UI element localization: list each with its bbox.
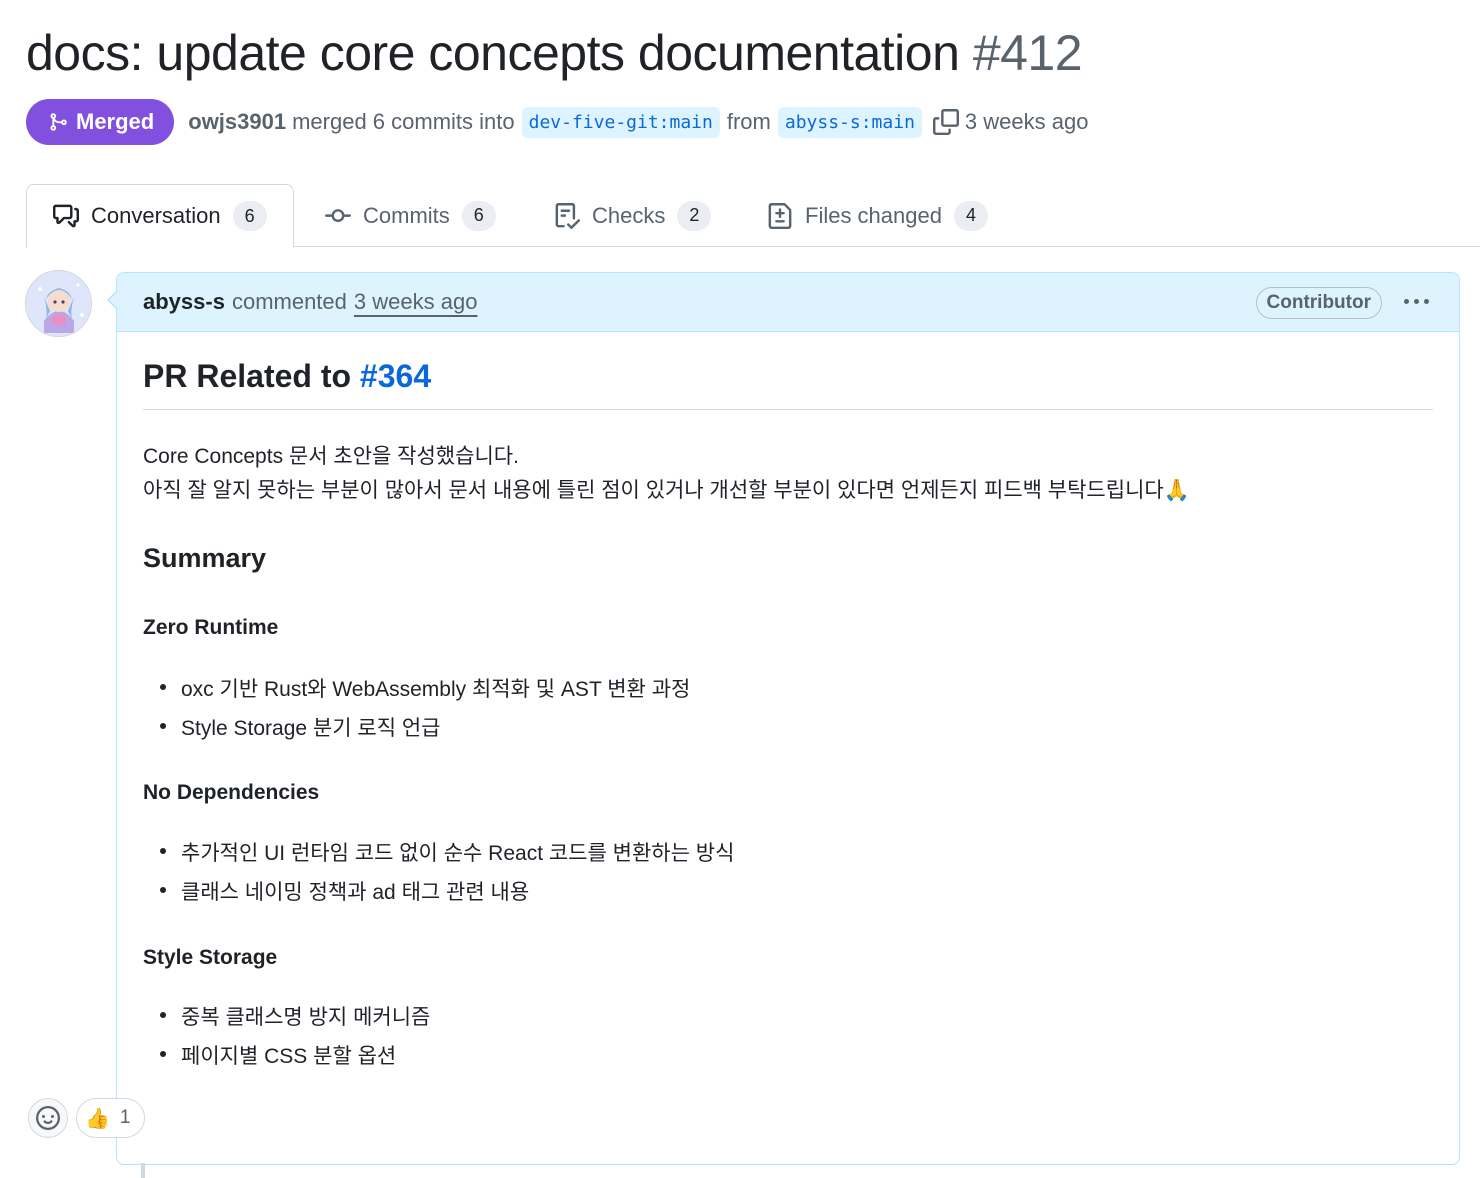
- issue-ref-link[interactable]: #364: [360, 358, 431, 394]
- reaction-count: 1: [119, 1107, 131, 1128]
- git-merge-icon: [48, 111, 68, 133]
- tab-checks-count: 2: [677, 200, 712, 231]
- commit-icon: [325, 203, 351, 229]
- pr-title-text: docs: update core concepts documentation: [26, 25, 960, 81]
- comment-heading: PR Related to #364: [143, 358, 431, 395]
- list-item: 페이지별 CSS 분할 옵션: [159, 1040, 396, 1070]
- timeline-line: [141, 1163, 145, 1178]
- pr-title: docs: update core concepts documentation…: [26, 24, 1083, 82]
- base-branch[interactable]: dev-five-git:main: [521, 106, 720, 138]
- intro-line-2: 아직 잘 알지 못하는 부분이 많아서 문서 내용에 틀린 점이 있거나 개선할…: [143, 479, 1190, 502]
- contributor-badge: Contributor: [1255, 287, 1382, 319]
- comment-header: abyss-s commented 3 weeks ago Contributo…: [117, 273, 1459, 332]
- comment-time[interactable]: 3 weeks ago: [354, 289, 478, 315]
- tab-commits[interactable]: Commits 6: [325, 184, 496, 247]
- pr-time[interactable]: 3 weeks ago: [965, 109, 1089, 135]
- conversation-icon: [53, 203, 79, 229]
- pr-author-link[interactable]: owjs3901: [188, 109, 286, 135]
- tab-checks-label: Checks: [592, 202, 666, 228]
- merged-text: merged 6 commits into: [292, 109, 515, 134]
- comment-box: abyss-s commented 3 weeks ago Contributo…: [116, 272, 1460, 1165]
- copy-icon[interactable]: [932, 109, 959, 135]
- pr-number: #412: [972, 25, 1083, 81]
- summary-heading: Summary: [143, 543, 267, 573]
- heading-text: PR Related to: [143, 358, 352, 394]
- heading-divider: [143, 409, 1433, 410]
- list-item: Style Storage 분기 로직 언급: [160, 712, 441, 742]
- list-item: 클래스 네이밍 정책과 ad 태그 관련 내용: [159, 876, 529, 906]
- tab-commits-count: 6: [461, 200, 496, 231]
- section-heading: No Dependencies: [143, 781, 320, 804]
- tab-conversation-count: 6: [232, 201, 267, 231]
- tab-conversation-label: Conversation: [91, 203, 221, 228]
- tab-files-changed[interactable]: Files changed 4: [767, 184, 988, 247]
- head-branch[interactable]: abyss-s:main: [777, 106, 922, 138]
- list-item: 추가적인 UI 런타임 코드 없이 순수 React 코드를 변환하는 방식: [159, 837, 734, 867]
- list-item: 중복 클래스명 방지 메커니즘: [159, 1001, 430, 1031]
- merged-label: Merged: [76, 109, 155, 134]
- intro-line-1: Core Concepts 문서 초안을 작성했습니다.: [143, 445, 519, 468]
- reactions-bar: 👍 1: [28, 1098, 146, 1138]
- add-reaction-button[interactable]: [28, 1098, 68, 1138]
- comment-pointer-fill: [109, 291, 118, 309]
- from-text: from: [726, 109, 771, 134]
- merged-status-badge: Merged: [26, 99, 175, 145]
- pr-meta: Merged owjs3901 merged 6 commits into de…: [26, 99, 1088, 145]
- file-diff-icon: [767, 202, 793, 229]
- checklist-icon: [554, 202, 580, 229]
- tab-files-changed-count: 4: [953, 200, 988, 231]
- kebab-icon[interactable]: [1404, 299, 1429, 304]
- section-heading: Zero Runtime: [143, 616, 279, 639]
- list-item: oxc 기반 Rust와 WebAssembly 최적화 및 AST 변환 과정: [159, 673, 690, 703]
- tab-files-changed-label: Files changed: [805, 202, 942, 228]
- thumbs-up-icon: 👍: [85, 1107, 110, 1130]
- tab-commits-label: Commits: [363, 202, 450, 228]
- thumbs-up-reaction[interactable]: 👍 1: [76, 1098, 146, 1138]
- avatar[interactable]: [25, 270, 92, 337]
- pr-tabs: Conversation 6 Commits 6 Checks 2 Files …: [26, 184, 1480, 248]
- comment-action: commented: [231, 289, 347, 314]
- smiley-icon: [36, 1106, 60, 1130]
- comment-author[interactable]: abyss-s: [143, 289, 225, 315]
- tab-conversation[interactable]: Conversation 6: [26, 184, 294, 248]
- section-heading: Style Storage: [143, 946, 278, 969]
- tab-checks[interactable]: Checks 2: [554, 184, 712, 247]
